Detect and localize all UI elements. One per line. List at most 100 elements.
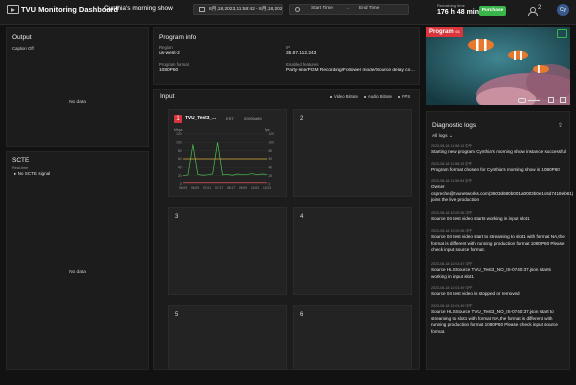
slot-status: 00000dff4 — [244, 116, 262, 121]
expand-icon[interactable] — [557, 29, 567, 38]
output-panel: Output Caption Off No data — [6, 27, 149, 147]
y-axis-label: Mbps — [174, 128, 183, 132]
show-title: Cynthia's morning show — [104, 5, 173, 12]
scte-title: SCTE — [12, 157, 30, 164]
y2-tick-label: 100 — [269, 141, 275, 145]
user-count: 2 — [538, 5, 542, 11]
log-message: Source 04 test video start to streaming … — [431, 234, 565, 252]
features-label: Enabled features — [286, 62, 319, 67]
y-tick-label: 120 — [176, 132, 182, 136]
x-tick-label: 07:17 — [215, 186, 223, 190]
y2-tick-label: 20 — [269, 174, 273, 178]
legend-dot — [330, 95, 332, 98]
program-badge-channel: 01 — [455, 29, 460, 34]
clownfish-3 — [533, 65, 549, 73]
chevron-right-icon[interactable]: ▸ — [14, 171, 16, 176]
clock-icon — [295, 7, 300, 12]
input-slot-1[interactable]: 1 TVU_Test3_... EST 00000dff4 120 100 80 60… — [168, 109, 287, 197]
calendar-icon — [199, 7, 205, 12]
program-badge-label: Program — [429, 29, 454, 35]
program-video-preview[interactable] — [426, 27, 570, 105]
export-icon[interactable]: ⇪ — [558, 122, 563, 129]
legend-dot — [398, 95, 400, 98]
region-value: us-west-2 — [159, 51, 180, 56]
legend-fps: FPS — [398, 94, 410, 99]
top-bar: TVU Monitoring Dashboard Cynthia's morni… — [0, 0, 576, 25]
volume-slider[interactable] — [528, 100, 540, 101]
fullscreen-icon[interactable] — [548, 97, 554, 103]
log-message: Source 04 test video is stopped or remov… — [431, 291, 520, 296]
y2-tick-label: 120 — [269, 132, 275, 136]
caption-status: Caption Off — [12, 46, 34, 51]
slot-number: 1 — [174, 115, 182, 123]
y-tick-label: 40 — [178, 166, 182, 170]
log-message: Starting new program Cynthia's morning s… — [431, 149, 566, 154]
y2-tick-label: 60 — [269, 157, 273, 161]
slot-number: 6 — [300, 312, 304, 318]
input-slot-5[interactable]: 5 — [168, 305, 287, 370]
slot-timezone: EST — [226, 116, 234, 121]
program-info-panel: Program info Region us-west-2 IP 35.87.1… — [153, 27, 420, 85]
clownfish-1 — [468, 39, 494, 51]
input-slot-4[interactable]: 4 — [293, 207, 412, 295]
x-tick-label: 06:09 — [191, 186, 199, 190]
input-slot-6[interactable]: 6 — [293, 305, 412, 370]
date-range-picker[interactable]: 8月,18,2023,11:58:42 - 8月,18,2023,12:11:0… — [193, 4, 283, 15]
users-icon[interactable] — [528, 7, 538, 16]
tvu-logo-icon — [7, 5, 19, 14]
ip-label: IP — [286, 45, 291, 50]
logs-filter-dropdown[interactable]: All logs ⌄ — [432, 134, 453, 139]
log-message: Source HLSSource TVU_Test3_NO_IS-0740:37… — [431, 309, 558, 334]
log-message: Source HLSSource TVU_Test3_NO_IS-0740:37… — [431, 267, 551, 279]
log-message: Source 04 test video starts working in i… — [431, 216, 530, 221]
y2-tick-label: 40 — [269, 166, 273, 170]
volume-icon[interactable] — [518, 98, 526, 103]
x-tick-label: 06:09 — [179, 186, 187, 190]
input-title: Input — [160, 93, 175, 100]
y-tick-label: 100 — [176, 141, 182, 145]
logs-filter-value: All logs — [432, 134, 448, 139]
realtime-label: Real-time — [12, 166, 29, 170]
remaining-time-value: 176 h 48 mins — [437, 9, 483, 16]
y2-tick-label: 80 — [269, 149, 273, 153]
purchase-button[interactable]: Purchase — [479, 6, 506, 16]
slot-number: 4 — [300, 214, 304, 220]
format-value: 1080P60 — [159, 68, 179, 73]
caption-value: Off — [28, 46, 34, 51]
slot-number: 5 — [175, 312, 179, 318]
x-tick-label: 10:23 — [263, 186, 271, 190]
x-tick-label: 07:01 — [203, 186, 211, 190]
popout-icon[interactable] — [560, 97, 566, 103]
output-no-data: No data — [69, 100, 86, 105]
scte-no-data: No data — [69, 270, 86, 275]
log-message: Program format chosen for Cynthia's morn… — [431, 167, 560, 172]
x-tick-label: 10:02 — [251, 186, 259, 190]
end-time-field[interactable]: End Time — [359, 6, 379, 11]
scte-signal: ▸ No SCTE signal — [14, 171, 50, 177]
arrow-right-icon: → — [345, 5, 350, 11]
start-time-field[interactable]: Start Time — [311, 6, 333, 11]
features-value: Party-line/PGM Recording/Follower mode/S… — [286, 68, 416, 73]
input-slot-3[interactable]: 3 — [168, 207, 287, 295]
y-tick-label: 80 — [178, 149, 182, 153]
legend-dot — [364, 95, 366, 98]
program-badge: Program 01 — [426, 27, 463, 37]
legend-label: Audio Bitrate — [368, 94, 392, 99]
legend-label: FPS — [402, 94, 411, 99]
legend-video-bitrate: Video Bitrate — [330, 94, 358, 99]
slot-number: 2 — [300, 116, 304, 122]
slot-number: 3 — [175, 214, 179, 220]
region-label: Region — [159, 45, 173, 50]
scte-signal-text: No SCTE signal — [17, 171, 51, 176]
format-label: Program format — [159, 62, 189, 67]
program-info-title: Program info — [159, 34, 197, 41]
avatar[interactable]: Cy — [557, 4, 569, 16]
y-tick-label: 20 — [178, 174, 182, 178]
input-slot-2[interactable]: 2 — [293, 109, 412, 197]
x-tick-label: 09:09 — [239, 186, 247, 190]
remaining-time-label: Remaining time — [437, 3, 465, 8]
input-1-bitrate-chart: 120100806040200 120100806040200 06:09 06:… — [174, 128, 275, 190]
legend-audio-bitrate: Audio Bitrate — [364, 94, 392, 99]
chevron-down-icon: ⌄ — [448, 134, 453, 139]
video-controls — [426, 96, 570, 105]
